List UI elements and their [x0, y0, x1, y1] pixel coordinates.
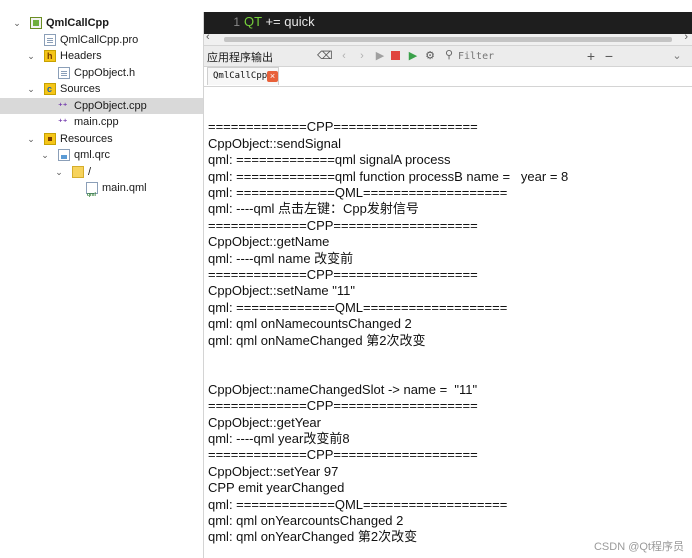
output-line: qml: qml onYearcountsChanged 2	[208, 513, 404, 528]
output-line: qml: ----qml name 改变前	[208, 250, 354, 266]
output-line: CppObject::getName	[208, 234, 330, 250]
output-tab-bar: QmlCallCpp ×	[204, 67, 692, 87]
resources-folder-icon	[44, 132, 56, 145]
tab-label: QmlCallCpp	[213, 71, 268, 81]
scroll-right-icon[interactable]: ›	[684, 31, 688, 43]
output-line: qml: =============QML===================	[208, 496, 508, 512]
output-line: qml: =============QML===================	[208, 185, 508, 200]
tree-item[interactable]: QmlCallCpp.pro	[0, 32, 203, 48]
output-line: qml: =============qml function processB …	[208, 168, 569, 184]
line-number: 1	[233, 15, 240, 29]
tree-item[interactable]: ⌄ /	[0, 164, 203, 180]
tree-item-label: CppObject.h	[74, 66, 136, 79]
window-top-strip	[0, 0, 692, 12]
editor-horizontal-scrollbar[interactable]: ‹ ›	[204, 31, 692, 46]
tree-item[interactable]: ⌄ qml.qrc	[0, 147, 203, 163]
project-tree: ⌄ QmlCallCpp QmlCallCpp.pro ⌄ Headers CppObje…	[0, 12, 204, 558]
output-line: qml: ----qml year改变前8	[208, 431, 350, 446]
application-output[interactable]: =============CPP=================== CppOb…	[204, 87, 692, 558]
code-keyword: QT	[244, 14, 262, 29]
zoom-out-icon[interactable]: −	[602, 48, 616, 64]
tree-item-label: Sources	[60, 83, 101, 95]
qt-project-icon	[30, 17, 42, 29]
cpp-file-icon: ⁺⁺	[58, 100, 68, 111]
tree-item[interactable]: CppObject.h	[0, 65, 203, 81]
output-pane-title: 应用程序输出	[207, 52, 273, 64]
tree-item-label: main.qml	[102, 182, 147, 194]
chevron-down-icon[interactable]: ⌄	[670, 48, 684, 64]
chevron-down-icon[interactable]: ⌄	[54, 164, 64, 180]
previous-item-icon[interactable]: ‹	[338, 48, 350, 64]
output-line: qml: =============qml signalA process	[208, 152, 451, 168]
output-line: =============CPP===================	[208, 447, 478, 463]
qrc-file-icon	[58, 149, 70, 161]
close-icon[interactable]: ×	[267, 71, 278, 82]
tree-item[interactable]: main.qml	[0, 180, 203, 203]
output-line: qml: qml onYearChanged 第2次改变	[208, 529, 418, 545]
attach-debugger-icon[interactable]: ▶	[407, 48, 419, 64]
rerun-icon[interactable]: ▶	[374, 48, 386, 64]
clear-output-icon[interactable]: ⌫	[317, 48, 333, 64]
code-text: += quick	[261, 14, 315, 29]
tree-item[interactable]: ⌄ Headers	[0, 48, 203, 64]
tree-item-label: QmlCallCpp.pro	[60, 33, 139, 46]
output-line: qml: qml onNamecountsChanged 2	[208, 316, 412, 332]
output-line: qml: =============QML===================	[208, 299, 508, 315]
zoom-in-icon[interactable]: +	[584, 48, 598, 64]
output-pane-toolbar: 应用程序输出 ⌫ ‹ › ▶ ▶ ⚙ ⚲ + − ⌄	[204, 46, 692, 67]
output-line: =============CPP===================	[208, 398, 478, 414]
tree-item[interactable]: ⌄ Sources	[0, 81, 203, 97]
tree-item-label: QmlCallCpp	[46, 17, 109, 29]
scroll-left-icon[interactable]: ‹	[206, 31, 210, 43]
pro-file-icon	[44, 33, 56, 46]
tree-item-label: Resources	[60, 132, 113, 145]
output-line: qml: ----qml 点击左键：Cpp发射信号	[208, 201, 419, 217]
scrollbar-thumb[interactable]	[224, 37, 672, 42]
header-file-icon	[58, 66, 70, 79]
code-editor[interactable]: 1 QT += quick	[204, 12, 692, 34]
tree-item-label: main.cpp	[74, 116, 119, 128]
folder-icon	[72, 165, 84, 178]
chevron-down-icon[interactable]: ⌄	[26, 81, 36, 97]
output-line: CppObject::setYear 97	[208, 463, 339, 479]
headers-folder-icon	[44, 48, 56, 64]
tree-item[interactable]: ⁺⁺ main.cpp	[0, 114, 203, 130]
search-icon: ⚲	[445, 49, 454, 61]
output-line: CppObject::setName "11"	[208, 283, 355, 299]
tree-item-label: Headers	[60, 50, 102, 62]
qml-file-icon	[86, 182, 98, 203]
tab-qmlcallcpp[interactable]: QmlCallCpp ×	[207, 67, 279, 85]
code-line[interactable]: QT += quick	[244, 14, 315, 29]
output-line: CppObject::nameChangedSlot -> name = "11…	[208, 381, 478, 397]
filter-input[interactable]	[458, 49, 576, 63]
sources-folder-icon	[44, 81, 56, 97]
tree-item-label: /	[88, 165, 92, 178]
output-line: CPP emit yearChanged	[208, 480, 345, 496]
output-line: =============CPP===================	[208, 267, 478, 282]
output-line: =============CPP===================	[208, 119, 478, 135]
tree-item[interactable]: ⌄ Resources	[0, 131, 203, 147]
next-item-icon[interactable]: ›	[356, 48, 368, 64]
chevron-down-icon[interactable]: ⌄	[40, 147, 50, 163]
output-line: qml: qml onNameChanged 第2次改变	[208, 332, 426, 348]
chevron-down-icon[interactable]: ⌄	[26, 131, 36, 147]
cpp-file-icon: ⁺⁺	[58, 117, 68, 127]
settings-gear-icon[interactable]: ⚙	[424, 48, 436, 64]
filter-box[interactable]: ⚲	[442, 48, 580, 65]
output-line: CppObject::sendSignal	[208, 135, 341, 151]
stop-icon[interactable]	[391, 51, 400, 60]
chevron-down-icon[interactable]: ⌄	[12, 15, 22, 31]
tree-item[interactable]: ⌄ QmlCallCpp	[0, 15, 203, 31]
output-line: =============CPP===================	[208, 217, 478, 233]
chevron-down-icon[interactable]: ⌄	[26, 48, 36, 64]
watermark: CSDN @Qt程序员	[593, 541, 684, 553]
output-line: CppObject::getYear	[208, 414, 321, 430]
tree-item[interactable]: ⁺⁺ CppObject.cpp	[0, 97, 203, 114]
tree-item-label: qml.qrc	[74, 149, 111, 161]
tree-item-label: CppObject.cpp	[74, 99, 147, 112]
